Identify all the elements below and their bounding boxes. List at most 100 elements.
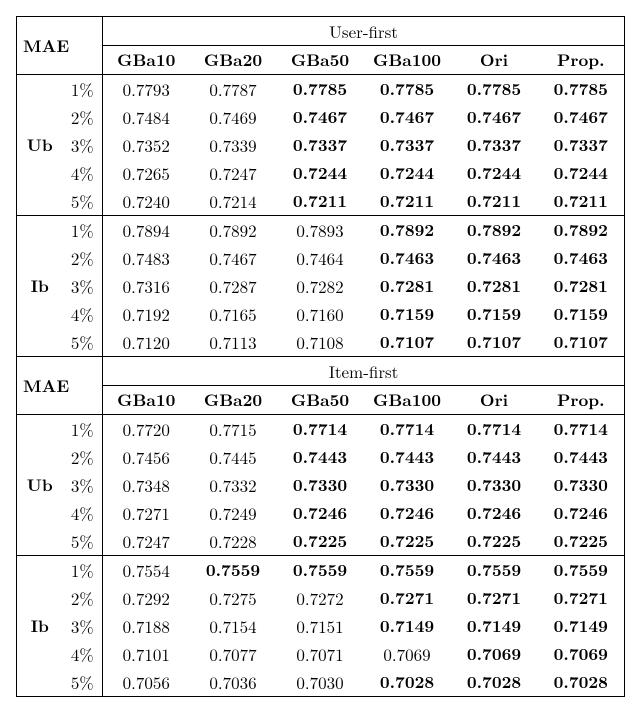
value-cell: 0.7443 bbox=[277, 443, 364, 471]
value-cell: 0.7892 bbox=[451, 216, 538, 245]
value-cell: 0.7244 bbox=[538, 159, 625, 187]
value-cell: 0.7559 bbox=[277, 556, 364, 585]
value-cell: 0.7149 bbox=[364, 612, 451, 640]
value-cell: 0.7151 bbox=[277, 612, 364, 640]
pct-label: 3% bbox=[63, 612, 103, 640]
col-header-gba100: GBa100 bbox=[364, 46, 451, 75]
value-cell: 0.7467 bbox=[451, 103, 538, 131]
pct-label: 3% bbox=[63, 131, 103, 159]
value-cell: 0.7332 bbox=[190, 471, 277, 499]
value-cell: 0.7107 bbox=[538, 328, 625, 357]
col-header-ori: Ori bbox=[451, 386, 538, 415]
value-cell: 0.7108 bbox=[277, 328, 364, 357]
value-cell: 0.7348 bbox=[103, 471, 190, 499]
value-cell: 0.7337 bbox=[364, 131, 451, 159]
value-cell: 0.7337 bbox=[277, 131, 364, 159]
value-cell: 0.7159 bbox=[364, 300, 451, 328]
value-cell: 0.7244 bbox=[364, 159, 451, 187]
value-cell: 0.7793 bbox=[103, 75, 190, 104]
value-cell: 0.7337 bbox=[538, 131, 625, 159]
value-cell: 0.7028 bbox=[451, 668, 538, 697]
value-cell: 0.7113 bbox=[190, 328, 277, 357]
value-cell: 0.7330 bbox=[451, 471, 538, 499]
value-cell: 0.7483 bbox=[103, 244, 190, 272]
value-cell: 0.7330 bbox=[538, 471, 625, 499]
value-cell: 0.7246 bbox=[364, 499, 451, 527]
value-cell: 0.7785 bbox=[277, 75, 364, 104]
pct-label: 4% bbox=[63, 300, 103, 328]
value-cell: 0.7714 bbox=[451, 415, 538, 444]
value-cell: 0.7894 bbox=[103, 216, 190, 245]
pct-label: 3% bbox=[63, 471, 103, 499]
value-cell: 0.7107 bbox=[364, 328, 451, 357]
col-header-ori: Ori bbox=[451, 46, 538, 75]
col-header-gba50: GBa50 bbox=[277, 386, 364, 415]
value-cell: 0.7316 bbox=[103, 272, 190, 300]
mae-label: MAE bbox=[17, 357, 103, 415]
value-cell: 0.7211 bbox=[364, 187, 451, 216]
value-cell: 0.7467 bbox=[277, 103, 364, 131]
value-cell: 0.7214 bbox=[190, 187, 277, 216]
value-cell: 0.7246 bbox=[277, 499, 364, 527]
value-cell: 0.7559 bbox=[538, 556, 625, 585]
col-header-gba20: GBa20 bbox=[190, 46, 277, 75]
value-cell: 0.7714 bbox=[277, 415, 364, 444]
value-cell: 0.7281 bbox=[451, 272, 538, 300]
value-cell: 0.7445 bbox=[190, 443, 277, 471]
col-header-prop: Prop. bbox=[538, 46, 625, 75]
row-group-label: Ib bbox=[17, 216, 63, 357]
value-cell: 0.7069 bbox=[364, 640, 451, 668]
value-cell: 0.7720 bbox=[103, 415, 190, 444]
section-header: Item-first bbox=[103, 357, 625, 386]
value-cell: 0.7225 bbox=[364, 527, 451, 556]
row-group-label: Ub bbox=[17, 415, 63, 556]
value-cell: 0.7160 bbox=[277, 300, 364, 328]
value-cell: 0.7149 bbox=[451, 612, 538, 640]
value-cell: 0.7028 bbox=[364, 668, 451, 697]
col-header-gba10: GBa10 bbox=[103, 46, 190, 75]
value-cell: 0.7281 bbox=[364, 272, 451, 300]
value-cell: 0.7240 bbox=[103, 187, 190, 216]
pct-label: 2% bbox=[63, 103, 103, 131]
value-cell: 0.7247 bbox=[190, 159, 277, 187]
value-cell: 0.7443 bbox=[451, 443, 538, 471]
value-cell: 0.7892 bbox=[538, 216, 625, 245]
value-cell: 0.7337 bbox=[451, 131, 538, 159]
value-cell: 0.7225 bbox=[451, 527, 538, 556]
value-cell: 0.7469 bbox=[190, 103, 277, 131]
value-cell: 0.7292 bbox=[103, 584, 190, 612]
value-cell: 0.7271 bbox=[103, 499, 190, 527]
value-cell: 0.7467 bbox=[190, 244, 277, 272]
col-header-gba10: GBa10 bbox=[103, 386, 190, 415]
value-cell: 0.7282 bbox=[277, 272, 364, 300]
col-header-gba50: GBa50 bbox=[277, 46, 364, 75]
value-cell: 0.7892 bbox=[190, 216, 277, 245]
pct-label: 5% bbox=[63, 187, 103, 216]
pct-label: 1% bbox=[63, 75, 103, 104]
value-cell: 0.7456 bbox=[103, 443, 190, 471]
value-cell: 0.7787 bbox=[190, 75, 277, 104]
value-cell: 0.7352 bbox=[103, 131, 190, 159]
value-cell: 0.7271 bbox=[538, 584, 625, 612]
section-header: User-first bbox=[103, 17, 625, 46]
value-cell: 0.7225 bbox=[277, 527, 364, 556]
value-cell: 0.7165 bbox=[190, 300, 277, 328]
value-cell: 0.7893 bbox=[277, 216, 364, 245]
value-cell: 0.7071 bbox=[277, 640, 364, 668]
value-cell: 0.7249 bbox=[190, 499, 277, 527]
value-cell: 0.7246 bbox=[538, 499, 625, 527]
pct-label: 2% bbox=[63, 443, 103, 471]
value-cell: 0.7467 bbox=[364, 103, 451, 131]
pct-label: 4% bbox=[63, 499, 103, 527]
value-cell: 0.7030 bbox=[277, 668, 364, 697]
value-cell: 0.7211 bbox=[277, 187, 364, 216]
value-cell: 0.7225 bbox=[538, 527, 625, 556]
value-cell: 0.7275 bbox=[190, 584, 277, 612]
mae-label: MAE bbox=[17, 17, 103, 75]
row-group-label: Ub bbox=[17, 75, 63, 216]
value-cell: 0.7211 bbox=[538, 187, 625, 216]
value-cell: 0.7554 bbox=[103, 556, 190, 585]
value-cell: 0.7101 bbox=[103, 640, 190, 668]
value-cell: 0.7785 bbox=[538, 75, 625, 104]
value-cell: 0.7056 bbox=[103, 668, 190, 697]
